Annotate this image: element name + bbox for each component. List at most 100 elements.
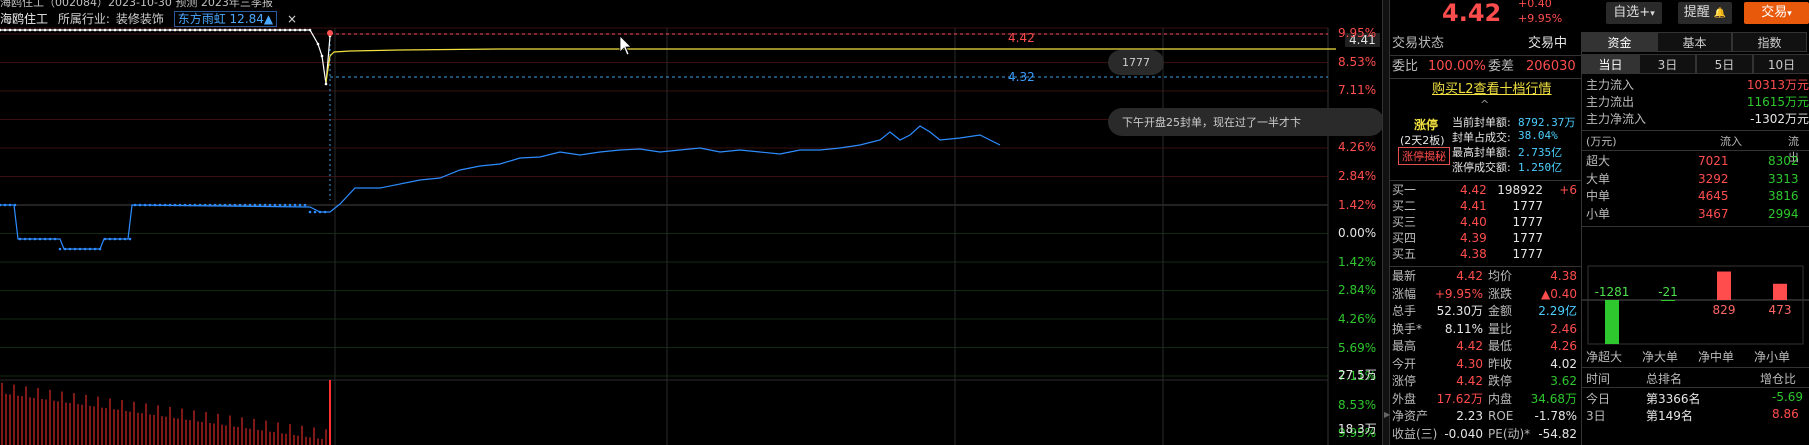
price-dot — [183, 28, 187, 32]
price-dot — [38, 28, 42, 32]
period-tab[interactable]: 3日 — [1639, 54, 1696, 74]
intraday-chart-area[interactable]: 海鸥住工（002084）2023-10-30 预测 2023年三季报 海鸥住工 … — [0, 0, 1388, 445]
sector-index-dot — [193, 203, 197, 207]
sector-index-dot — [118, 237, 122, 241]
sector-value[interactable]: 装修装饰 — [116, 12, 164, 26]
price-change-pct: +9.95% — [1518, 12, 1563, 25]
flow-table-row: 大单 3292 3313 — [1582, 171, 1809, 188]
order-price: 4.38 — [1460, 247, 1487, 261]
rank-increase-ratio: 8.86 — [1772, 407, 1799, 421]
commission-ratio-label: 委比 — [1392, 59, 1419, 74]
limit-info-value: 38.04% — [1518, 129, 1558, 142]
divider — [1582, 130, 1809, 131]
order-price: 4.40 — [1460, 215, 1487, 229]
sector-index-dot — [58, 247, 62, 251]
sector-index-dot — [218, 203, 222, 207]
divider — [1582, 387, 1809, 388]
danmaku-message-bubble[interactable]: 下午开盘25封单，现在过了一半才卞 — [1108, 108, 1384, 136]
sector-index-dot — [83, 247, 87, 251]
price-dot — [23, 28, 27, 32]
rank-time: 3日 — [1586, 409, 1606, 423]
related-index-tag[interactable]: 东方雨虹 12.84▲ — [173, 11, 278, 27]
price-dot — [108, 28, 112, 32]
sector-index-dot — [248, 203, 252, 207]
stat-value: 4.26 — [1550, 339, 1577, 353]
stat-value: 34.68万 — [1530, 391, 1577, 406]
order-book-row[interactable]: 买四 4.39 1777 — [1390, 230, 1581, 246]
right-axis-tick: 1.42% — [1338, 254, 1377, 269]
stat-value: ▲0.40 — [1541, 286, 1577, 301]
chevron-down-icon: ▾ — [1650, 9, 1655, 19]
price-dot — [233, 28, 237, 32]
expand-caret-icon[interactable]: ^ — [1480, 98, 1489, 111]
flow-out-value: 3816 — [1768, 189, 1799, 203]
period-tab[interactable]: 当日 — [1582, 54, 1639, 74]
order-book-row[interactable]: 买一 4.42 198922 +6 — [1390, 182, 1581, 198]
flow-table-header: (万元) — [1586, 135, 1617, 148]
order-level-label: 买三 — [1392, 215, 1417, 229]
price-dot — [58, 28, 62, 32]
sector-index-dot — [183, 203, 187, 207]
order-price: 4.41 — [1460, 199, 1487, 213]
price-dot — [303, 28, 307, 32]
limit-info-label: 最高封单额: — [1452, 146, 1511, 159]
stat-label: 净资产 — [1392, 409, 1429, 423]
price-dot — [253, 28, 257, 32]
stat-label: 昨收 — [1488, 356, 1513, 371]
right-axis-tick: 2.84% — [1338, 169, 1377, 183]
flow-in-value: 4645 — [1698, 189, 1729, 203]
flow-out-value: 2994 — [1768, 206, 1799, 221]
price-dot — [123, 28, 127, 32]
avg-line-label: 4.32 — [1008, 70, 1035, 84]
price-dot — [18, 28, 22, 32]
period-tab[interactable]: 5日 — [1696, 54, 1753, 74]
price-dot — [324, 82, 328, 86]
price-dot — [113, 28, 117, 32]
price-dot — [248, 28, 252, 32]
stock-name[interactable]: 海鸥住工 — [0, 12, 48, 26]
price-dot — [268, 28, 272, 32]
divider — [1582, 226, 1809, 227]
stat-value: 4.42 — [1456, 269, 1483, 283]
sector-index-dot — [108, 237, 112, 241]
order-book-row[interactable]: 买三 4.40 1777 — [1390, 214, 1581, 230]
net-flow-category: 净小单 — [1754, 350, 1791, 364]
right-axis-tick: 9.95% — [1338, 26, 1377, 40]
buy-l2-link[interactable]: 购买L2查看十档行情 — [1432, 80, 1552, 100]
limit-info-value: 2.735亿 — [1518, 146, 1563, 159]
stat-value: +9.95% — [1434, 286, 1483, 301]
trade-status-value: 交易中 — [1528, 36, 1568, 51]
sector-index-dot — [28, 237, 32, 241]
stat-label: 换手* — [1392, 321, 1423, 336]
fund-tab[interactable]: 指数 — [1732, 32, 1807, 52]
right-axis-tick: 7.11% — [1338, 83, 1377, 98]
fund-tab[interactable]: 资金 — [1582, 32, 1657, 52]
sector-index-dot — [188, 203, 192, 207]
flow-in-value: 7021 — [1698, 154, 1729, 168]
limit-up-secret-button[interactable]: 涨停揭秘 — [1398, 147, 1450, 165]
period-tab[interactable]: 10日 — [1753, 54, 1809, 74]
order-level-label: 买一 — [1392, 183, 1417, 197]
stat-row: 收益(三) -0.040 PE(动)* -54.82 — [1390, 426, 1581, 443]
danmaku-count-bubble[interactable]: 1777 — [1108, 50, 1164, 75]
trade-button[interactable]: 交易▾ — [1744, 2, 1809, 24]
close-icon[interactable]: × — [287, 12, 297, 26]
add-watchlist-button[interactable]: 自选+▾ — [1606, 2, 1662, 24]
order-change: +6 — [1559, 183, 1577, 197]
order-book-row[interactable]: 买二 4.41 1777 — [1390, 198, 1581, 214]
limit-up-tag: 涨停 — [1414, 118, 1439, 132]
price-dot — [133, 28, 137, 32]
intraday-chart[interactable] — [0, 0, 1388, 445]
price-dot — [273, 28, 277, 32]
order-book-row[interactable]: 买五 4.38 1777 — [1390, 246, 1581, 262]
sector-index-dot — [98, 247, 102, 251]
mouse-cursor-icon — [619, 35, 632, 56]
price-dot — [73, 28, 77, 32]
panel-splitter[interactable]: ▶ — [1382, 0, 1390, 445]
stat-value: 2.23 — [1456, 409, 1483, 423]
price-dot — [223, 28, 227, 32]
alert-button[interactable]: 提醒 🔔 — [1678, 2, 1732, 24]
net-flow-bar-label: -1281 — [1595, 285, 1630, 299]
fund-tab[interactable]: 基本 — [1657, 32, 1732, 52]
limit-info-label: 当前封单额: — [1452, 116, 1511, 129]
